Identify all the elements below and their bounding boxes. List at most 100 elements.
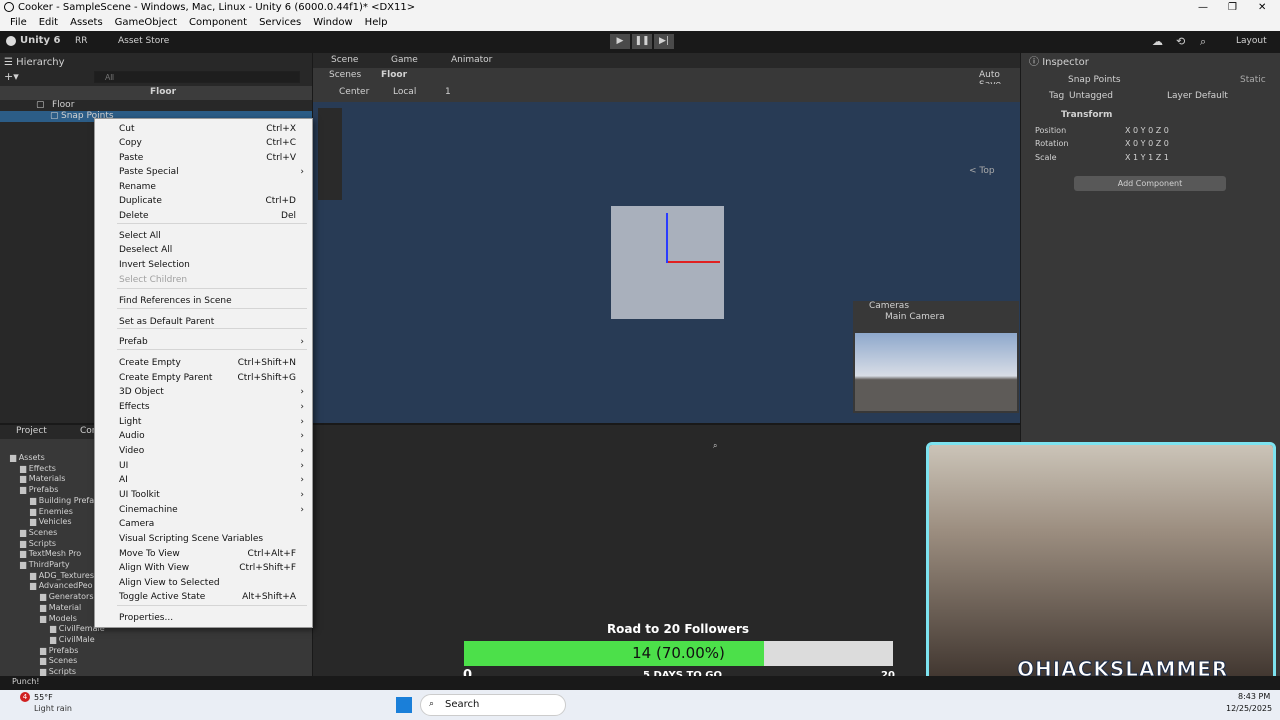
- menu-item-rename[interactable]: Rename: [95, 180, 312, 194]
- menu-item-paste[interactable]: Paste Ctrl+V: [95, 151, 312, 165]
- position-x[interactable]: 0: [1133, 126, 1138, 135]
- project-folder[interactable]: ▆ Prefabs: [40, 646, 78, 656]
- cloud-icon[interactable]: ☁: [1152, 35, 1163, 48]
- x-axis-handle[interactable]: [668, 261, 720, 263]
- menu-item-invert-selection[interactable]: Invert Selection: [95, 258, 312, 272]
- hierarchy-search-input[interactable]: [94, 71, 300, 83]
- breadcrumb-current[interactable]: Floor: [381, 70, 407, 80]
- scene-view[interactable]: Scene Game Animator Scenes Floor Auto Sa…: [313, 53, 1020, 423]
- project-folder[interactable]: ▆ Assets: [10, 453, 45, 463]
- project-folder[interactable]: ▆ CivilMale: [50, 635, 95, 645]
- breadcrumb-root[interactable]: Scenes: [329, 70, 361, 80]
- layout-dropdown[interactable]: Layout: [1236, 36, 1267, 46]
- menu-item-paste-special[interactable]: Paste Special ›: [95, 165, 312, 179]
- project-folder[interactable]: ▆ Scenes: [20, 528, 57, 538]
- project-folder[interactable]: ▆ Scenes: [40, 656, 77, 666]
- menu-item-gameobject[interactable]: GameObject: [109, 15, 183, 31]
- tab-game[interactable]: Game: [391, 55, 418, 65]
- scale-x[interactable]: 1: [1133, 153, 1138, 162]
- menu-item-effects[interactable]: Effects ›: [95, 400, 312, 414]
- add-component-button[interactable]: Add Component: [1074, 176, 1226, 191]
- tag-dropdown[interactable]: Untagged: [1069, 91, 1113, 101]
- menu-item-prefab[interactable]: Prefab ›: [95, 335, 312, 349]
- menu-item-cinemachine[interactable]: Cinemachine ›: [95, 503, 312, 517]
- project-folder[interactable]: ▆ Prefabs: [20, 485, 58, 495]
- menu-item-ui-toolkit[interactable]: UI Toolkit ›: [95, 488, 312, 502]
- menu-item-create-empty-parent[interactable]: Create Empty Parent Ctrl+Shift+G: [95, 371, 312, 385]
- project-folder[interactable]: ▆ Enemies: [30, 507, 73, 517]
- tab-project[interactable]: Project: [16, 426, 47, 436]
- rotation-z[interactable]: 0: [1164, 139, 1169, 148]
- menu-item-video[interactable]: Video ›: [95, 444, 312, 458]
- menu-item-services[interactable]: Services: [253, 15, 307, 31]
- menu-item-3d-object[interactable]: 3D Object ›: [95, 385, 312, 399]
- search-icon[interactable]: ⌕: [1200, 35, 1206, 49]
- rotation-x[interactable]: 0: [1133, 139, 1138, 148]
- scale-y[interactable]: 1: [1148, 153, 1153, 162]
- object-name[interactable]: Snap Points: [1068, 75, 1121, 85]
- menu-item-toggle-active-state[interactable]: Toggle Active State Alt+Shift+A: [95, 590, 312, 604]
- account-dropdown[interactable]: RR: [75, 36, 88, 46]
- static-toggle[interactable]: Static: [1240, 75, 1266, 85]
- transform-header[interactable]: Transform: [1061, 110, 1112, 120]
- menu-item-light[interactable]: Light ›: [95, 415, 312, 429]
- position-z[interactable]: 0: [1164, 126, 1169, 135]
- menu-item-cut[interactable]: Cut Ctrl+X: [95, 122, 312, 136]
- menu-item-file[interactable]: File: [4, 15, 33, 31]
- menu-item-delete[interactable]: Delete Del: [95, 209, 312, 223]
- project-folder[interactable]: ▆ Material: [40, 603, 81, 613]
- menu-item-visual-scripting-scene-variables[interactable]: Visual Scripting Scene Variables: [95, 532, 312, 546]
- position-y[interactable]: 0: [1148, 126, 1153, 135]
- menu-item-properties[interactable]: Properties...: [95, 611, 312, 625]
- menu-item-camera[interactable]: Camera: [95, 517, 312, 531]
- close-button[interactable]: ✕: [1258, 0, 1266, 15]
- project-folder[interactable]: ▆ Materials: [20, 474, 65, 484]
- menu-item-move-to-view[interactable]: Move To View Ctrl+Alt+F: [95, 547, 312, 561]
- menu-item-deselect-all[interactable]: Deselect All: [95, 243, 312, 257]
- menu-item-select-all[interactable]: Select All: [95, 229, 312, 243]
- camera-dropdown[interactable]: Main Camera: [885, 312, 945, 322]
- windows-start-icon[interactable]: [396, 697, 412, 713]
- menu-item-find-references-in-scene[interactable]: Find References in Scene: [95, 294, 312, 308]
- scene-gizmo-label[interactable]: < Top: [969, 166, 995, 176]
- clock-date[interactable]: 12/25/2025: [1226, 704, 1272, 713]
- project-folder[interactable]: ▆ ThirdParty: [20, 560, 70, 570]
- clock-time[interactable]: 8:43 PM: [1238, 692, 1270, 701]
- project-folder[interactable]: ▆ Effects: [20, 464, 56, 474]
- menu-item-set-as-default-parent[interactable]: Set as Default Parent: [95, 315, 312, 329]
- pivot-dropdown[interactable]: Center: [339, 87, 369, 97]
- menu-item-component[interactable]: Component: [183, 15, 253, 31]
- menu-item-window[interactable]: Window: [307, 15, 358, 31]
- menu-item-edit[interactable]: Edit: [33, 15, 64, 31]
- project-folder[interactable]: ▆ Generators: [40, 592, 94, 602]
- menu-item-audio[interactable]: Audio ›: [95, 429, 312, 443]
- hierarchy-tab[interactable]: ☰ Hierarchy: [4, 55, 65, 70]
- tab-scene[interactable]: Scene: [331, 55, 358, 65]
- y-axis-handle[interactable]: [666, 213, 668, 263]
- menu-item-copy[interactable]: Copy Ctrl+C: [95, 136, 312, 150]
- console-search-icon[interactable]: ⌕: [713, 441, 717, 451]
- weather-temp[interactable]: 55°F: [34, 693, 53, 702]
- menu-item-assets[interactable]: Assets: [64, 15, 109, 31]
- asset-store-button[interactable]: Asset Store: [118, 36, 169, 46]
- inspector-tab[interactable]: ⓘ Inspector: [1029, 55, 1089, 70]
- tab-animator[interactable]: Animator: [451, 55, 492, 65]
- project-folder[interactable]: ▆ Models: [40, 614, 77, 624]
- layer-dropdown[interactable]: Default: [1195, 91, 1228, 101]
- space-dropdown[interactable]: Local: [393, 87, 416, 97]
- menu-item-create-empty[interactable]: Create Empty Ctrl+Shift+N: [95, 356, 312, 370]
- step-button[interactable]: ▶|: [654, 34, 674, 49]
- scale-z[interactable]: 1: [1164, 153, 1169, 162]
- maximize-button[interactable]: ❐: [1228, 0, 1237, 15]
- grid-size[interactable]: 1: [445, 87, 451, 97]
- project-folder[interactable]: ▆ AdvancedPeo: [30, 581, 93, 591]
- menu-item-align-view-to-selected[interactable]: Align View to Selected: [95, 576, 312, 590]
- play-button[interactable]: ▶: [610, 34, 630, 49]
- menu-item-duplicate[interactable]: Duplicate Ctrl+D: [95, 194, 312, 208]
- project-folder[interactable]: ▆ Vehicles: [30, 517, 71, 527]
- project-folder[interactable]: ▆ Building Prefa: [30, 496, 94, 506]
- weather-desc[interactable]: Light rain: [34, 704, 72, 713]
- minimize-button[interactable]: —: [1198, 0, 1208, 15]
- hierarchy-item-floor[interactable]: ▢ Floor: [0, 100, 312, 111]
- menu-item-help[interactable]: Help: [359, 15, 394, 31]
